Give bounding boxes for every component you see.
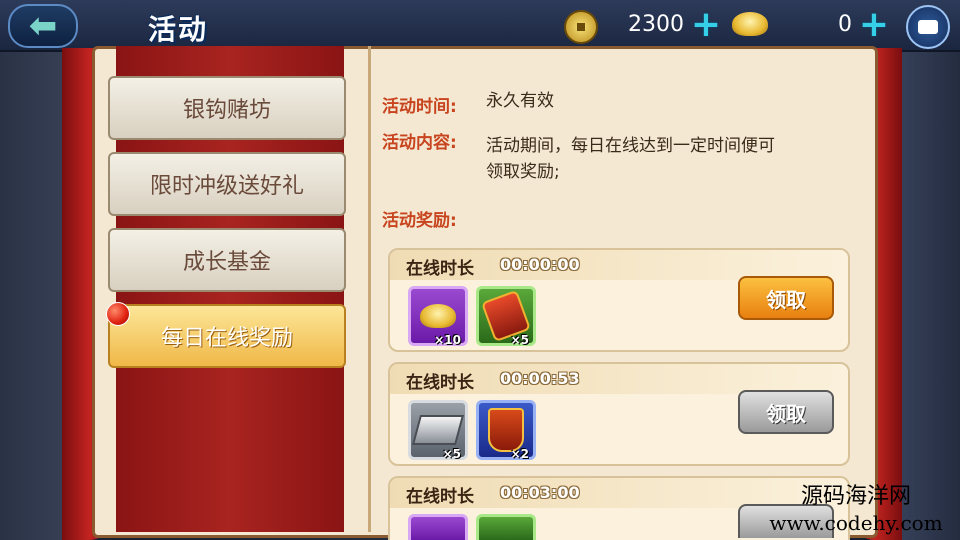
top-bar: ⬅ 活动 2300 + 0 + bbox=[0, 0, 960, 52]
activity-time-label: 活动时间: bbox=[382, 97, 457, 117]
reward-card: 在线时长 00:00:53 ×5 ×2 领取 bbox=[388, 362, 850, 466]
reward-item[interactable]: ×5 bbox=[408, 400, 468, 461]
watermark: 源码海洋网 www.codehy.com bbox=[756, 484, 956, 536]
page-title: 活动 bbox=[148, 13, 209, 46]
back-arrow-icon: ⬅ bbox=[28, 6, 58, 46]
copper-coin-amount: 2300 bbox=[628, 12, 684, 37]
item-count: ×5 bbox=[442, 447, 461, 461]
activity-content-line1: 活动期间，每日在线达到一定时间便可 bbox=[486, 136, 775, 156]
tab-silver-hook-casino[interactable]: 银钩赌坊 bbox=[108, 76, 346, 140]
activity-content-line2: 领取奖励; bbox=[486, 162, 560, 182]
reward-item[interactable] bbox=[476, 514, 536, 540]
reward-card: 在线时长 00:00:00 ×10 ×5 领取 bbox=[388, 248, 850, 352]
tab-daily-online-reward[interactable]: 每日在线奖励 bbox=[108, 304, 346, 368]
copper-coin-icon bbox=[564, 10, 598, 44]
online-duration-time: 00:00:00 bbox=[500, 255, 580, 274]
tab-growth-fund[interactable]: 成长基金 bbox=[108, 228, 346, 292]
chat-button[interactable] bbox=[906, 5, 950, 49]
watermark-line2: www.codehy.com bbox=[769, 511, 943, 535]
claim-button[interactable]: 领取 bbox=[738, 390, 834, 434]
item-count: ×2 bbox=[510, 447, 529, 461]
gold-ingot-icon bbox=[732, 12, 768, 36]
watermark-line1: 源码海洋网 bbox=[800, 484, 911, 509]
tab-level-up-gift[interactable]: 限时冲级送好礼 bbox=[108, 152, 346, 216]
item-count: ×5 bbox=[510, 333, 529, 347]
reward-item[interactable] bbox=[408, 514, 468, 540]
online-duration-time: 00:00:53 bbox=[500, 369, 580, 388]
gold-ingot-amount: 0 bbox=[838, 12, 852, 37]
reward-item[interactable]: ×10 bbox=[408, 286, 468, 347]
chat-bubble-icon bbox=[918, 20, 938, 34]
activity-time-value: 永久有效 bbox=[486, 91, 554, 111]
online-duration-label: 在线时长 bbox=[406, 373, 474, 393]
gold-ingot-icon bbox=[420, 304, 456, 328]
silver-bar-icon bbox=[411, 415, 465, 445]
activity-content-label: 活动内容: bbox=[382, 133, 457, 153]
reward-item[interactable]: ×5 bbox=[476, 286, 536, 347]
add-coins-button[interactable]: + bbox=[690, 7, 722, 43]
add-ingots-button[interactable]: + bbox=[858, 7, 890, 43]
reward-item[interactable]: ×2 bbox=[476, 400, 536, 461]
activity-reward-label: 活动奖励: bbox=[382, 211, 457, 231]
back-button[interactable]: ⬅ bbox=[8, 4, 78, 48]
online-duration-label: 在线时长 bbox=[406, 487, 474, 507]
claim-button[interactable]: 领取 bbox=[738, 276, 834, 320]
notification-dot bbox=[106, 302, 130, 326]
item-count: ×10 bbox=[434, 333, 461, 347]
token-icon bbox=[488, 408, 524, 452]
online-duration-time: 00:03:00 bbox=[500, 483, 580, 502]
online-duration-label: 在线时长 bbox=[406, 259, 474, 279]
panel-divider bbox=[368, 46, 371, 532]
